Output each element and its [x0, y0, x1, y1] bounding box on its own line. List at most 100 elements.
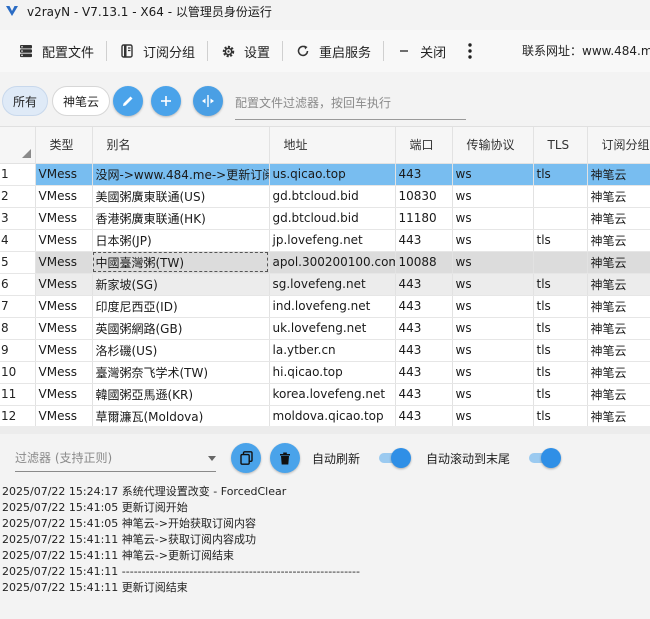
group-chip-shenbiyun[interactable]: 神笔云: [52, 86, 111, 116]
address-cell: sg.lovefeng.net: [269, 273, 396, 296]
type-cell: VMess: [35, 185, 93, 208]
table-row[interactable]: 9 VMess 洛杉磯(US) la.ytber.cn 443 ws tls 神笔云: [0, 339, 650, 362]
table-row[interactable]: 5 VMess 中國臺灣粥(TW) apol.300200100.com 10088 ws…: [0, 251, 650, 274]
table-row[interactable]: 8 VMess 英國粥網路(GB) uk.lovefeng.net 443 ws tls 神笔…: [0, 317, 650, 340]
port-cell: 443: [395, 229, 453, 252]
copy-log-button[interactable]: [231, 443, 261, 473]
group-cell: 神笔云: [587, 383, 650, 406]
column-header-network[interactable]: 传输协议: [452, 127, 534, 164]
row-index: 7: [0, 295, 36, 318]
alias-cell: 没网->www.484.me->更新订阅: [92, 163, 270, 186]
tls-cell: tls: [533, 273, 588, 296]
title-bar: v2rayN - V7.13.1 - X64 - 以管理员身份运行: [0, 0, 650, 22]
profile-filter-bar: 所有 神笔云: [0, 80, 650, 122]
column-header-type[interactable]: 类型: [35, 127, 93, 164]
settings-button[interactable]: 设置: [212, 36, 278, 66]
alias-cell: 新家坡(SG): [92, 273, 270, 296]
column-header-address[interactable]: 地址: [269, 127, 396, 164]
group-cell: 神笔云: [587, 273, 650, 296]
settings-label: 设置: [244, 45, 271, 61]
tls-cell: tls: [533, 339, 588, 362]
restart-service-label: 重启服务: [319, 45, 372, 61]
group-cell: 神笔云: [587, 361, 650, 384]
restart-service-button[interactable]: 重启服务: [287, 36, 379, 66]
profiles-menu-label: 配置文件: [42, 45, 95, 61]
address-cell: gd.btcloud.bid: [269, 207, 396, 230]
subscription-group-button[interactable]: 订阅分组: [111, 36, 203, 66]
address-cell: hi.qicao.top: [269, 361, 396, 384]
close-button[interactable]: 关闭: [388, 36, 454, 66]
table-row[interactable]: 10 VMess 臺灣粥奈飞学术(TW) hi.qicao.top 443 ws tls 神笔…: [0, 361, 650, 384]
type-cell: VMess: [35, 405, 93, 426]
network-cell: ws: [452, 339, 534, 362]
table-row[interactable]: 11 VMess 韓國粥亞馬遜(KR) korea.lovefeng.net 443 ws…: [0, 383, 650, 406]
profiles-menu-button[interactable]: 配置文件: [10, 36, 102, 66]
tls-cell: [533, 207, 588, 230]
restart-icon: [295, 43, 311, 59]
profile-search-input[interactable]: [235, 86, 466, 120]
select-all-corner-icon[interactable]: [22, 149, 31, 158]
auto-scroll-toggle[interactable]: [527, 448, 561, 468]
server-list-grid: 类型 别名 地址 端口 传输协议 TLS 订阅分组 1 VMess 没网->www.…: [0, 126, 650, 426]
app-logo-icon: [5, 4, 19, 18]
tls-cell: tls: [533, 361, 588, 384]
group-cell: 神笔云: [587, 339, 650, 362]
log-output[interactable]: 2025/07/22 15:24:17 系统代理设置改变 - ForcedCle…: [0, 482, 650, 619]
port-cell: 10088: [395, 251, 453, 274]
group-chip-all[interactable]: 所有: [2, 86, 49, 116]
log-filter-placeholder: 过滤器 (支持正则): [15, 451, 113, 465]
alias-cell: 印度尼西亞(ID): [92, 295, 270, 318]
network-cell: ws: [452, 185, 534, 208]
group-cell: 神笔云: [587, 207, 650, 230]
move-group-button[interactable]: [193, 86, 223, 116]
port-cell: 443: [395, 339, 453, 362]
add-group-button[interactable]: [151, 86, 181, 116]
toolbar-divider: [282, 41, 284, 61]
alias-cell: 香港粥廣東联通(HK): [92, 207, 270, 230]
address-cell: la.ytber.cn: [269, 339, 396, 362]
tls-cell: tls: [533, 317, 588, 340]
port-cell: 10830: [395, 185, 453, 208]
port-cell: 443: [395, 383, 453, 406]
table-row[interactable]: 2 VMess 美國粥廣東联通(US) gd.btcloud.bid 10830 ws 神笔…: [0, 185, 650, 208]
auto-refresh-toggle[interactable]: [377, 448, 411, 468]
tls-cell: [533, 251, 588, 274]
table-row[interactable]: 7 VMess 印度尼西亞(ID) ind.lovefeng.net 443 ws tls 神…: [0, 295, 650, 318]
minus-icon: [396, 43, 412, 59]
subscription-icon: [119, 43, 135, 59]
table-row[interactable]: 4 VMess 日本粥(JP) jp.lovefeng.net 443 ws tls 神笔云: [0, 229, 650, 252]
close-label: 关闭: [420, 45, 447, 61]
more-options-icon[interactable]: [460, 36, 480, 66]
network-cell: ws: [452, 229, 534, 252]
type-cell: VMess: [35, 317, 93, 340]
column-header-port[interactable]: 端口: [395, 127, 453, 164]
table-row[interactable]: 1 VMess 没网->www.484.me->更新订阅 us.qicao.top 44…: [0, 163, 650, 186]
network-cell: ws: [452, 361, 534, 384]
port-cell: 443: [395, 163, 453, 186]
pencil-icon: [123, 96, 133, 106]
clear-log-button[interactable]: [270, 443, 300, 473]
type-cell: VMess: [35, 383, 93, 406]
table-row[interactable]: 6 VMess 新家坡(SG) sg.lovefeng.net 443 ws tls 神笔云: [0, 273, 650, 296]
network-cell: ws: [452, 163, 534, 186]
row-index: 3: [0, 207, 36, 230]
table-row[interactable]: 12 VMess 草爾濂瓦(Moldova) moldova.qicao.top 443…: [0, 405, 650, 426]
type-cell: VMess: [35, 163, 93, 186]
split-arrows-icon: [202, 95, 214, 107]
horizontal-scrollbar[interactable]: [0, 426, 650, 434]
port-cell: 443: [395, 361, 453, 384]
trash-icon: [280, 452, 290, 464]
tls-cell: tls: [533, 163, 588, 186]
tls-cell: tls: [533, 405, 588, 426]
table-row[interactable]: 3 VMess 香港粥廣東联通(HK) gd.btcloud.bid 11180 ws 神笔…: [0, 207, 650, 230]
column-header-alias[interactable]: 别名: [92, 127, 270, 164]
log-filter-combobox[interactable]: 过滤器 (支持正则): [15, 444, 216, 472]
column-header-tls[interactable]: TLS: [533, 127, 588, 164]
toolbar-divider: [207, 41, 209, 61]
log-line: 2025/07/22 15:24:17 系统代理设置改变 - ForcedCle…: [2, 485, 287, 498]
log-line: 2025/07/22 15:41:05 神笔云->开始获取订阅内容: [2, 517, 256, 530]
edit-group-button[interactable]: [113, 86, 143, 116]
window-title: v2rayN - V7.13.1 - X64 - 以管理员身份运行: [27, 4, 272, 19]
group-cell: 神笔云: [587, 317, 650, 340]
column-header-group[interactable]: 订阅分组: [587, 127, 650, 164]
